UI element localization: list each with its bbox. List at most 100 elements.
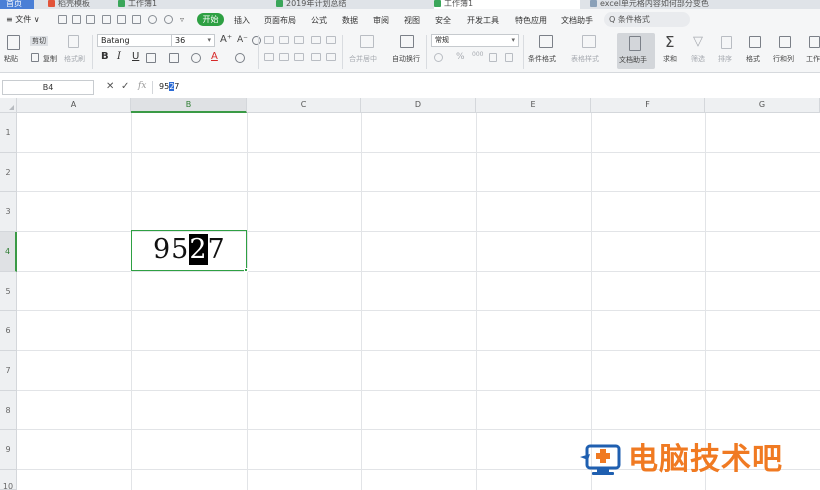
menu-special[interactable]: 特色应用: [515, 15, 547, 26]
menu-formula[interactable]: 公式: [311, 15, 327, 26]
export-pdf-icon[interactable]: [102, 15, 111, 24]
table-style-label[interactable]: 表格样式: [571, 54, 599, 64]
number-format-select[interactable]: 常规 ▾: [431, 34, 519, 47]
menu-doc-assistant[interactable]: 文档助手: [561, 15, 593, 26]
row-header-3[interactable]: 3: [0, 192, 17, 232]
menu-start[interactable]: 开始: [197, 13, 224, 26]
align-top-icon[interactable]: [264, 36, 274, 44]
copy-label[interactable]: 复制: [43, 54, 57, 64]
column-header-g[interactable]: G: [705, 98, 820, 113]
shrink-font-button[interactable]: A⁻: [237, 35, 248, 45]
wrap-text-icon[interactable]: [400, 35, 414, 48]
tab-plan[interactable]: 2019年计划总结: [276, 0, 406, 9]
customize-icon[interactable]: ▿: [180, 15, 189, 24]
row-header-9[interactable]: 9: [0, 430, 17, 470]
menu-developer[interactable]: 开发工具: [467, 15, 499, 26]
format-icon[interactable]: [749, 36, 761, 48]
tab-article[interactable]: excel单元格内容如何部分变色: [590, 0, 740, 9]
merge-center-icon[interactable]: [360, 35, 374, 48]
increase-decimal-icon[interactable]: [489, 53, 497, 62]
undo-icon[interactable]: [148, 15, 157, 24]
row-header-5[interactable]: 5: [0, 272, 17, 311]
row-col-label[interactable]: 行和列: [773, 54, 794, 64]
shape-icon[interactable]: [191, 53, 201, 63]
doc-assistant-button[interactable]: 文档助手: [617, 33, 655, 69]
cancel-icon[interactable]: ✕: [106, 81, 114, 92]
column-header-f[interactable]: F: [591, 98, 705, 113]
fill-color-icon[interactable]: [169, 53, 179, 63]
paste-label[interactable]: 粘贴: [4, 54, 18, 64]
filter-label[interactable]: 筛选: [691, 54, 705, 64]
sort-label[interactable]: 排序: [718, 54, 732, 64]
justify-icon[interactable]: [311, 53, 321, 61]
row-header-10[interactable]: 10: [0, 470, 17, 490]
column-header-a[interactable]: A: [17, 98, 131, 113]
indent-icon[interactable]: [311, 36, 321, 44]
format-painter-icon[interactable]: [68, 35, 79, 48]
menu-view[interactable]: 视图: [404, 15, 420, 26]
italic-button[interactable]: I: [117, 51, 121, 62]
format-label[interactable]: 格式: [746, 54, 760, 64]
column-header-d[interactable]: D: [361, 98, 476, 113]
insert-function-icon[interactable]: fx: [138, 81, 146, 91]
tab-workbook1[interactable]: 工作簿1: [118, 0, 254, 9]
thousands-button[interactable]: 000: [472, 51, 483, 58]
decrease-decimal-icon[interactable]: [505, 53, 513, 62]
column-header-c[interactable]: C: [247, 98, 361, 113]
name-box[interactable]: B4: [2, 80, 94, 95]
align-bottom-icon[interactable]: [294, 36, 304, 44]
currency-icon[interactable]: [434, 53, 443, 62]
sort-icon[interactable]: [721, 36, 732, 49]
sum-label[interactable]: 求和: [663, 54, 677, 64]
new-doc-icon[interactable]: [58, 15, 67, 24]
row-col-icon[interactable]: [779, 36, 791, 48]
table-style-icon[interactable]: [582, 35, 596, 48]
select-all-corner[interactable]: [0, 98, 17, 113]
cell-b4-content[interactable]: 9527: [153, 234, 226, 266]
clear-format-icon[interactable]: [252, 36, 261, 45]
row-header-8[interactable]: 8: [0, 391, 17, 430]
align-middle-icon[interactable]: [279, 36, 289, 44]
tab-workbook1-active[interactable]: 工作簿1: [434, 0, 580, 9]
align-right-icon[interactable]: [294, 53, 304, 61]
wrap-text-label[interactable]: 自动换行: [392, 54, 420, 64]
open-icon[interactable]: [72, 15, 81, 24]
fill-handle[interactable]: [244, 268, 248, 272]
menu-data[interactable]: 数据: [342, 15, 358, 26]
menu-page-layout[interactable]: 页面布局: [264, 15, 296, 26]
bold-button[interactable]: B: [101, 51, 109, 62]
print-icon[interactable]: [117, 15, 126, 24]
spreadsheet-grid[interactable]: A B C D E F G 1 2 3 4 5 6 7 8 9 10 9527: [0, 98, 820, 490]
column-header-e[interactable]: E: [476, 98, 591, 113]
menu-insert[interactable]: 插入: [234, 15, 250, 26]
grow-font-button[interactable]: A⁺: [220, 34, 232, 45]
format-painter-label[interactable]: 格式刷: [64, 54, 85, 64]
cut-button[interactable]: 剪切: [30, 36, 48, 46]
worksheet-icon[interactable]: [809, 36, 820, 48]
menu-review[interactable]: 审阅: [373, 15, 389, 26]
percent-button[interactable]: %: [456, 52, 465, 62]
row-header-4[interactable]: 4: [0, 232, 17, 272]
enter-icon[interactable]: ✓: [121, 81, 129, 92]
filter-icon[interactable]: ▽: [693, 34, 703, 49]
row-header-7[interactable]: 7: [0, 351, 17, 391]
worksheet-label[interactable]: 工作: [806, 54, 820, 64]
print-preview-icon[interactable]: [132, 15, 141, 24]
font-color-icon[interactable]: A: [211, 51, 218, 62]
menu-security[interactable]: 安全: [435, 15, 451, 26]
formula-input[interactable]: 9527: [159, 82, 179, 91]
command-search-input[interactable]: Q 条件格式: [604, 12, 690, 27]
row-header-1[interactable]: 1: [0, 113, 17, 153]
paste-icon[interactable]: [7, 35, 20, 50]
align-left-icon[interactable]: [264, 53, 274, 61]
align-center-icon[interactable]: [279, 53, 289, 61]
row-header-2[interactable]: 2: [0, 153, 17, 192]
distributed-icon[interactable]: [326, 53, 336, 61]
sum-icon[interactable]: Σ: [665, 33, 674, 51]
row-header-6[interactable]: 6: [0, 311, 17, 351]
eraser-icon[interactable]: [235, 53, 245, 63]
save-icon[interactable]: [86, 15, 95, 24]
conditional-format-label[interactable]: 条件格式: [528, 54, 556, 64]
copy-icon[interactable]: [31, 53, 39, 62]
underline-button[interactable]: U: [132, 51, 139, 62]
